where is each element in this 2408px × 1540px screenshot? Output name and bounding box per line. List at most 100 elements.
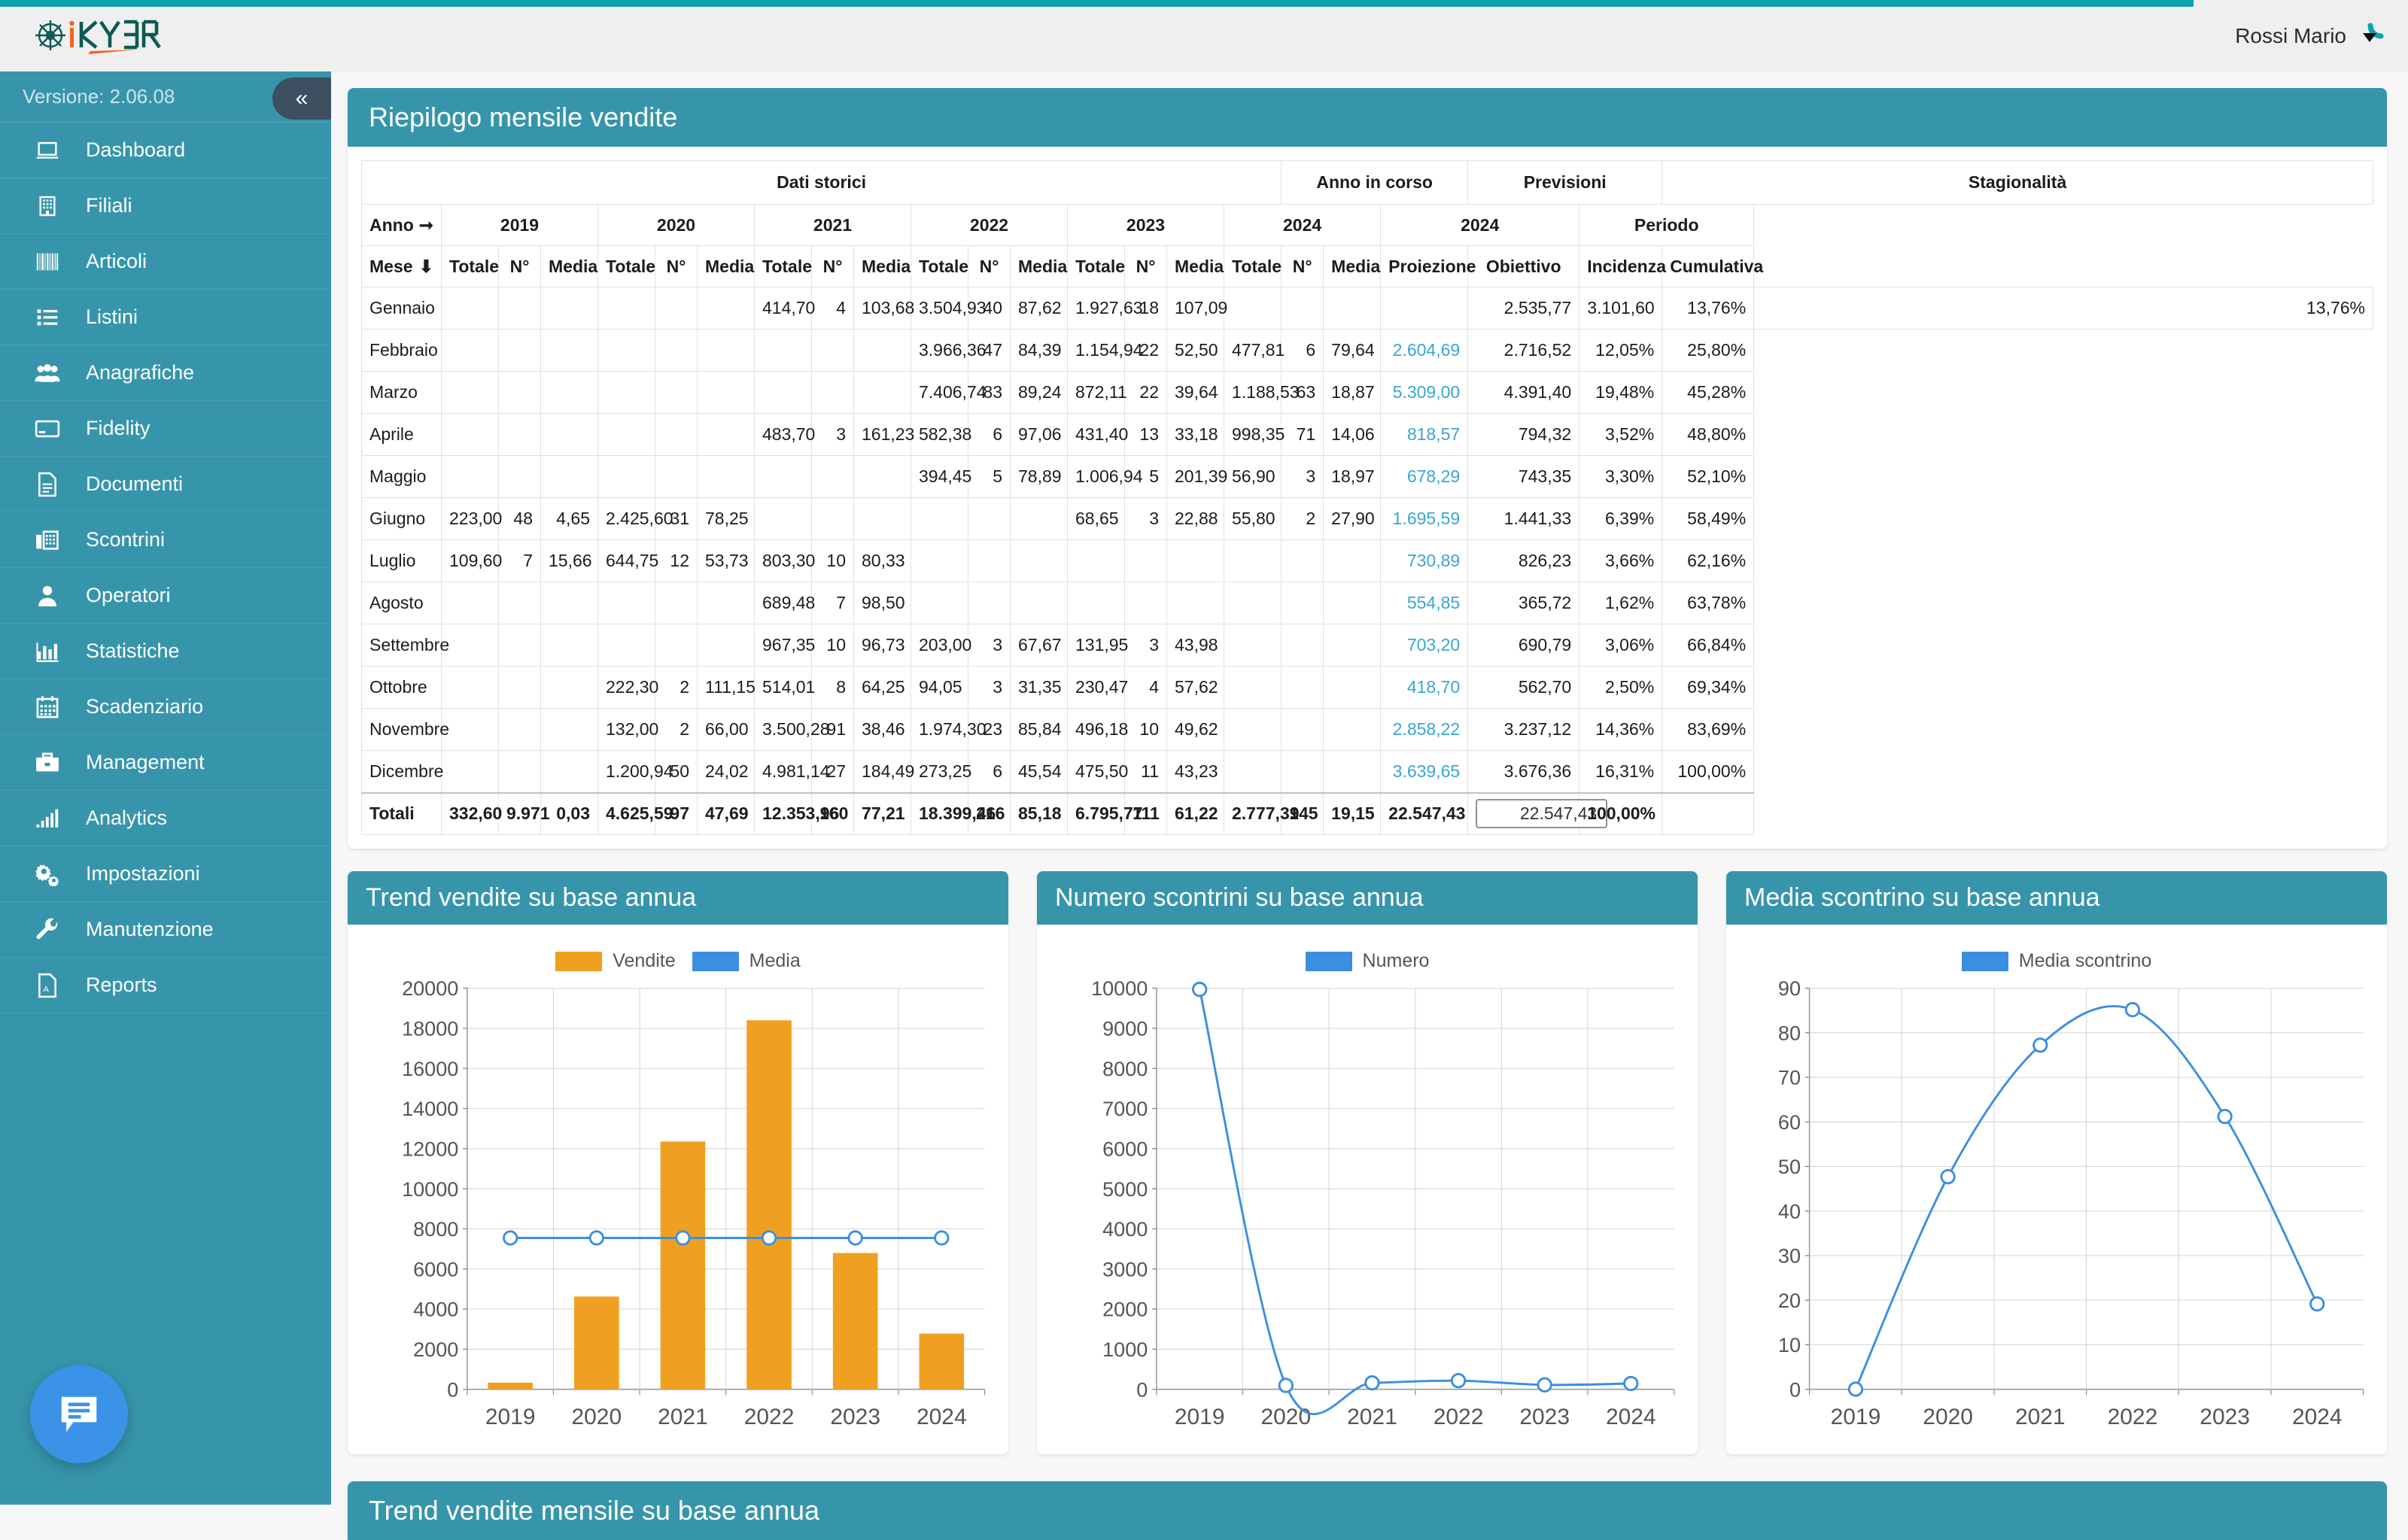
col-header[interactable]: Proiezione xyxy=(1380,245,1476,287)
col-header[interactable]: N° xyxy=(968,245,1011,287)
sidebar-item-listini[interactable]: Listini xyxy=(0,290,331,345)
col-header[interactable]: Cumulativa xyxy=(1662,245,1763,287)
table-cell: 678,29 xyxy=(1380,455,1469,498)
svg-text:2021: 2021 xyxy=(658,1405,708,1429)
col-header[interactable]: Incidenza xyxy=(1579,245,1666,287)
col-header[interactable]: Obiettivo xyxy=(1467,245,1580,287)
legend-item[interactable]: Numero xyxy=(1305,950,1429,972)
table-row[interactable]: Marzo 7.406,74 83 89,24 872,11 22 39,64 1.188,5… xyxy=(361,371,2373,414)
year-header-2022: 2022 xyxy=(911,204,1068,246)
signal-bars-icon xyxy=(32,808,63,829)
sidebar-item-operatori[interactable]: Operatori xyxy=(0,568,331,624)
table-row[interactable]: Maggio 394,45 5 78,89 1.006,94 5 201,39 56,90 3 1… xyxy=(361,455,2373,498)
sidebar-item-analytics[interactable]: Analytics xyxy=(0,791,331,846)
col-header[interactable]: N° xyxy=(1281,245,1324,287)
svg-text:2023: 2023 xyxy=(830,1405,880,1429)
arrow-right-icon[interactable]: ➞ xyxy=(419,215,433,235)
sidebar-item-impostazioni[interactable]: Impostazioni xyxy=(0,846,331,902)
col-header[interactable]: Media xyxy=(1010,245,1068,287)
col-header[interactable]: Totale xyxy=(754,245,812,287)
row-month-label: Marzo xyxy=(361,371,442,414)
table-row[interactable]: Dicembre 1.200,94 50 24,02 4.981,14 27 184,49 2… xyxy=(361,750,2373,793)
col-header[interactable]: Totale xyxy=(597,245,655,287)
arrow-down-icon[interactable]: ⬇ xyxy=(419,257,433,277)
col-header[interactable]: N° xyxy=(1124,245,1167,287)
obiettivo-total-input-cell[interactable]: 22.547,43 xyxy=(1467,791,1608,835)
table-cell xyxy=(597,413,655,456)
sidebar-item-dashboard[interactable]: Dashboard xyxy=(0,123,331,178)
table-row[interactable]: Febbraio 3.966,36 47 84,39 1.154,94 22 52,50 47… xyxy=(361,329,2373,372)
table-cell: 7 xyxy=(498,539,541,582)
table-cell xyxy=(540,708,598,751)
version-label: Versione: 2.06.08 xyxy=(23,85,175,108)
table-cell xyxy=(441,750,499,793)
table-cell: 68,65 xyxy=(1067,497,1125,540)
legend-item[interactable]: Vendite xyxy=(555,950,676,972)
table-cell: 66,84% xyxy=(1662,624,1755,667)
legend-item[interactable]: Media xyxy=(692,950,801,972)
table-row[interactable]: Luglio 109,60 7 15,66 644,75 12 53,73 803,30 10 8… xyxy=(361,539,2373,582)
chat-support-button[interactable] xyxy=(30,1365,128,1463)
col-header[interactable]: Media xyxy=(1323,245,1382,287)
col-header[interactable]: Totale xyxy=(1223,245,1282,287)
table-row[interactable]: Settembre 967,35 10 96,73 203,00 3 67,67 131,95… xyxy=(361,624,2373,667)
charts-row: Trend vendite su base annua Vendite Medi… xyxy=(348,871,2387,1455)
sidebar-item-label: Impostazioni xyxy=(86,862,200,885)
header-mese[interactable]: Mese ⬇ xyxy=(361,245,442,287)
sidebar-item-fidelity[interactable]: Fidelity xyxy=(0,401,331,457)
sidebar-item-statistiche[interactable]: Statistiche xyxy=(0,624,331,679)
header-anno[interactable]: Anno ➞ xyxy=(361,204,442,246)
user-menu-caret-icon[interactable] xyxy=(2354,20,2387,53)
col-header[interactable]: Media xyxy=(1166,245,1224,287)
sidebar-item-filiali[interactable]: Filiali xyxy=(0,178,331,234)
sidebar-item-reports[interactable]: A Reports xyxy=(0,958,331,1013)
sidebar-item-scontrini[interactable]: Scontrini xyxy=(0,512,331,568)
table-cell: 2.604,69 xyxy=(1380,329,1469,372)
col-header[interactable]: Totale xyxy=(441,245,499,287)
table-cell: 475,50 xyxy=(1067,750,1128,793)
table-row[interactable]: Agosto 689,48 7 98,50 554,85 365,72 1,62% 63,78… xyxy=(361,582,2373,624)
chart-svg-numero-scontrini[interactable]: 0 1000 2000 3000 4000 5000 6000 7000 8000 9000 100… xyxy=(1047,977,1687,1443)
col-header[interactable]: Totale xyxy=(1067,245,1125,287)
bottom-panel-title: Trend vendite mensile su base annua xyxy=(348,1481,2387,1540)
table-row[interactable]: Giugno 223,00 48 4,65 2.425,60 31 78,25 68,65 3 2… xyxy=(361,497,2373,540)
table-row[interactable]: Novembre 132,00 2 66,00 3.500,28 91 38,46 1.974… xyxy=(361,708,2373,751)
table-cell xyxy=(540,666,598,709)
sidebar-item-articoli[interactable]: Articoli xyxy=(0,234,331,290)
sidebar-item-scadenziario[interactable]: Scadenziario xyxy=(0,679,331,735)
svg-text:0: 0 xyxy=(1136,1378,1148,1401)
chart-card-media-scontrino: Media scontrino su base annua Media scon… xyxy=(1726,871,2387,1455)
app-logo[interactable] xyxy=(0,17,331,56)
col-header[interactable]: Totale xyxy=(911,245,968,287)
sidebar-collapse-button[interactable]: « xyxy=(272,77,331,120)
sidebar-item-manutenzione[interactable]: Manutenzione xyxy=(0,902,331,958)
sidebar-item-documenti[interactable]: Documenti xyxy=(0,457,331,512)
legend-item[interactable]: Media scontrino xyxy=(1961,950,2151,972)
chart-svg-media-scontrino[interactable]: 0 10 20 30 40 50 60 70 80 90 2019 2020 2021 2022 2023 2… xyxy=(1737,977,2376,1443)
col-header[interactable]: Media xyxy=(540,245,598,287)
col-header[interactable]: N° xyxy=(498,245,541,287)
chart-svg-trend-vendite[interactable]: 0 2000 4000 6000 8000 10000 12000 14000 16000 180… xyxy=(358,977,998,1443)
table-cell: 13,76% xyxy=(1753,287,2373,330)
col-header[interactable]: N° xyxy=(811,245,854,287)
table-cell xyxy=(968,497,1011,540)
table-cell: 6 xyxy=(968,750,1011,793)
table-year-header-row: Anno ➞ 2019 2020 2021 2022 2023 2024 202… xyxy=(361,204,2373,246)
table-cell: 62,16% xyxy=(1662,539,1755,582)
table-row[interactable]: Gennaio 414,70 4 103,68 3.504,93 40 87,62 1.927… xyxy=(361,287,2373,330)
table-cell: 6 xyxy=(968,413,1011,456)
table-row[interactable]: Ottobre 222,30 2 111,15 514,01 8 64,25 94,05 3 31… xyxy=(361,666,2373,709)
col-header[interactable]: Media xyxy=(697,245,755,287)
table-cell xyxy=(498,750,541,793)
sidebar-item-management[interactable]: Management xyxy=(0,735,331,791)
sidebar-item-anagrafiche[interactable]: Anagrafiche xyxy=(0,345,331,401)
table-cell: 161,23 xyxy=(853,413,914,456)
year-header-2021: 2021 xyxy=(754,204,911,246)
col-header[interactable]: Media xyxy=(853,245,911,287)
table-cell: 13 xyxy=(1124,413,1167,456)
col-header[interactable]: N° xyxy=(655,245,698,287)
table-row[interactable]: Aprile 483,70 3 161,23 582,38 6 97,06 431,40 13 3… xyxy=(361,413,2373,456)
table-cell: 5.309,00 xyxy=(1380,371,1469,414)
totals-cell: 61,22 xyxy=(1166,791,1224,835)
totals-cell: 18.399,46 xyxy=(911,791,996,835)
